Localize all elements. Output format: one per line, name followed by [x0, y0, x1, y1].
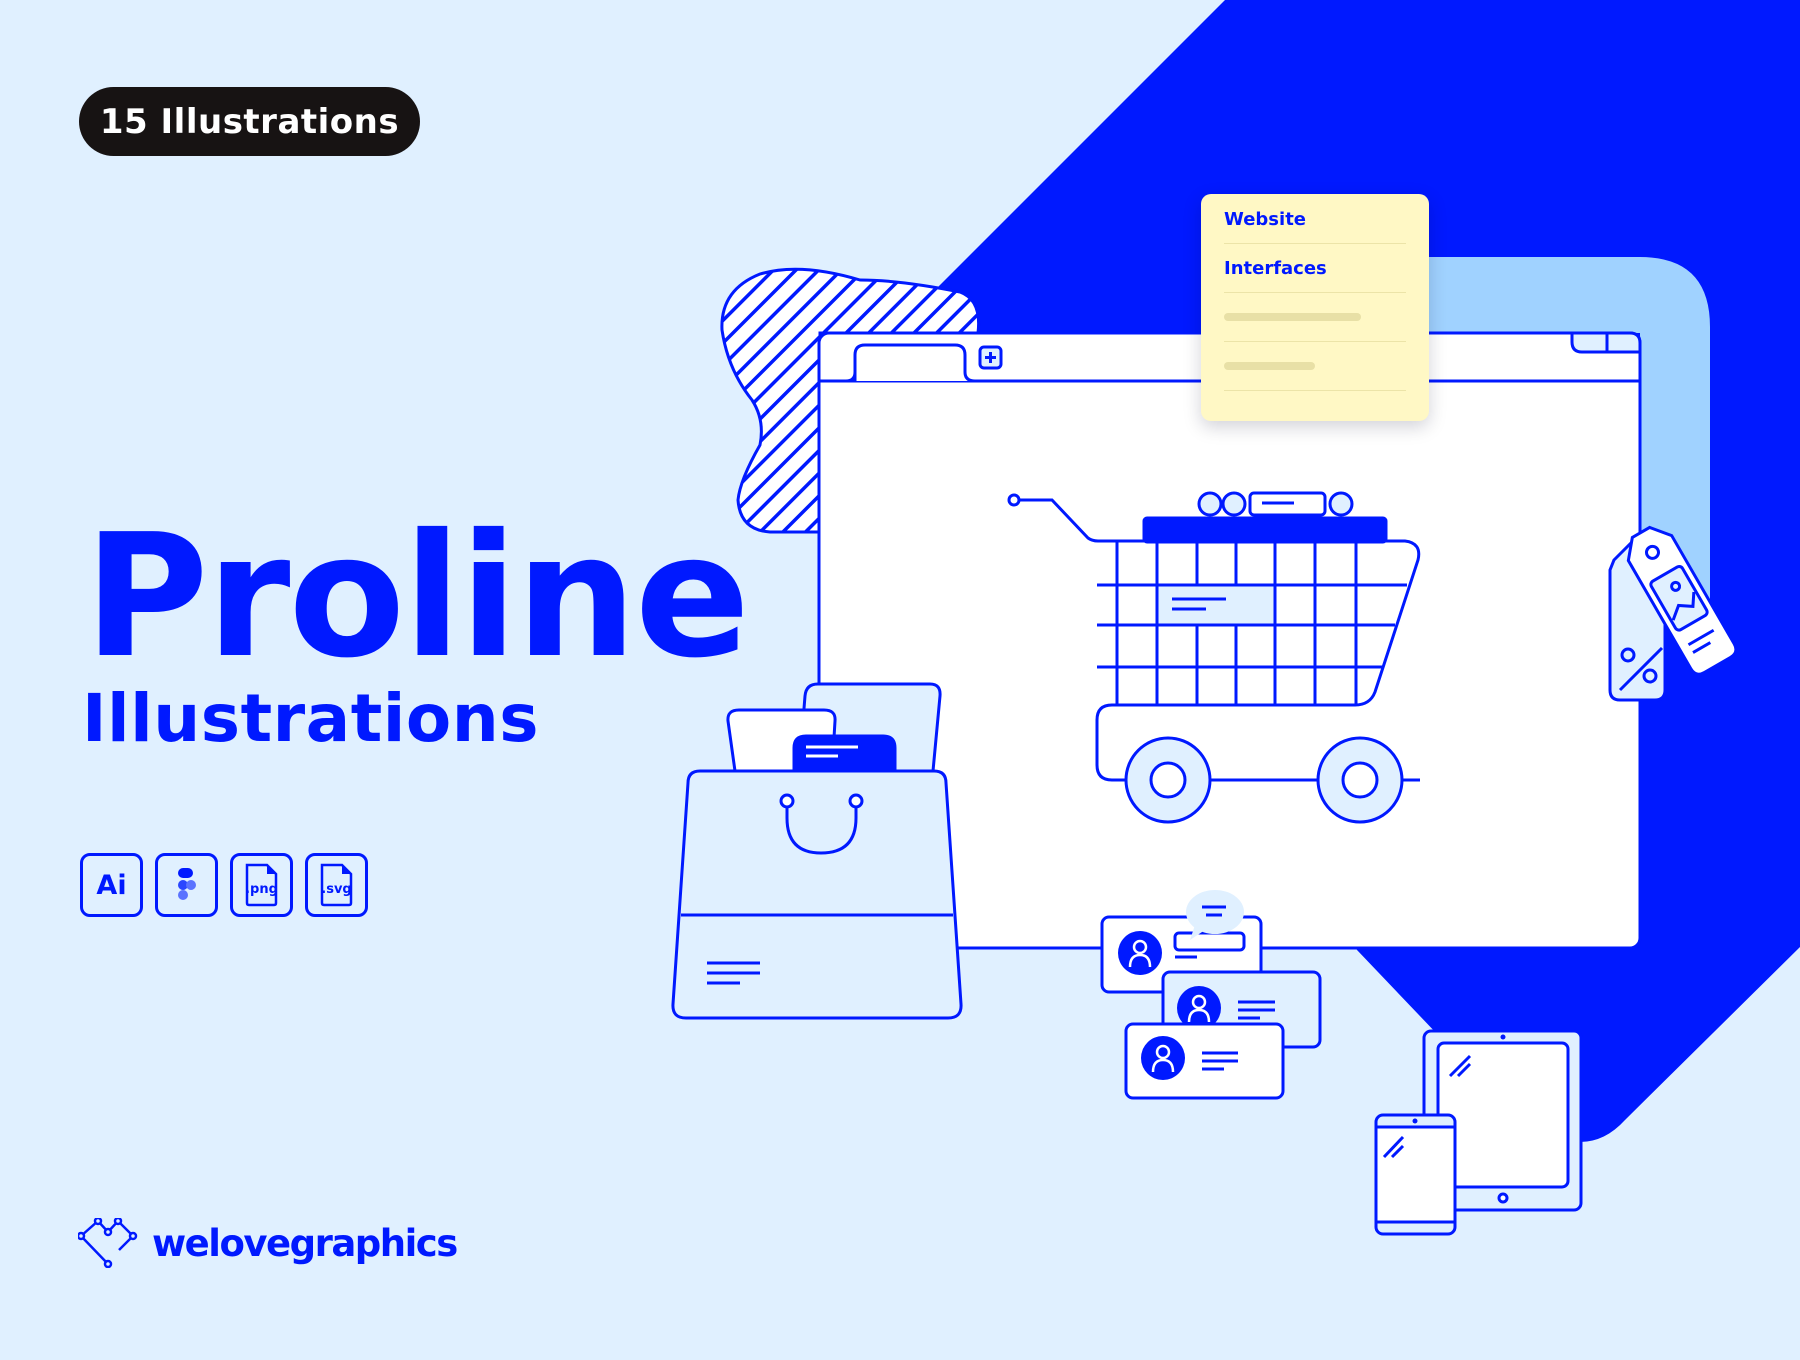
note-placeholder-row [1224, 341, 1406, 391]
format-label-svg: .svg [321, 881, 352, 897]
brand-logo: welovegraphics [78, 1218, 458, 1268]
illustration-count-badge: 15 Illustrations [79, 87, 420, 156]
page-subtitle: Illustrations [82, 680, 539, 757]
note-item: Website [1224, 194, 1406, 244]
browser-tab [853, 343, 976, 383]
shopping-bag-illustration [671, 682, 963, 1020]
note-item-interfaces: Interfaces [1224, 258, 1327, 279]
png-file-icon: .png [230, 853, 293, 917]
note-item-website: Website [1224, 209, 1307, 230]
placeholder-bar [1224, 362, 1315, 370]
format-badges: Ai .png .svg [80, 853, 368, 917]
note-item: Interfaces [1224, 243, 1406, 293]
note-placeholder-row [1224, 292, 1406, 342]
placeholder-bar [1224, 313, 1361, 321]
format-label-png: .png [245, 881, 278, 897]
svg-file-icon: .svg [305, 853, 368, 917]
adobe-illustrator-icon: Ai [80, 853, 143, 917]
brand-name: welovegraphics [152, 1221, 458, 1265]
format-label-ai: Ai [96, 869, 127, 901]
figma-icon [155, 853, 218, 917]
page-title: Proline [84, 498, 750, 696]
badge-label: 15 Illustrations [99, 101, 400, 142]
sticky-note: Website Interfaces [1201, 194, 1429, 421]
devices-illustration [1374, 1029, 1583, 1236]
welovegraphics-logo-icon [78, 1218, 138, 1268]
